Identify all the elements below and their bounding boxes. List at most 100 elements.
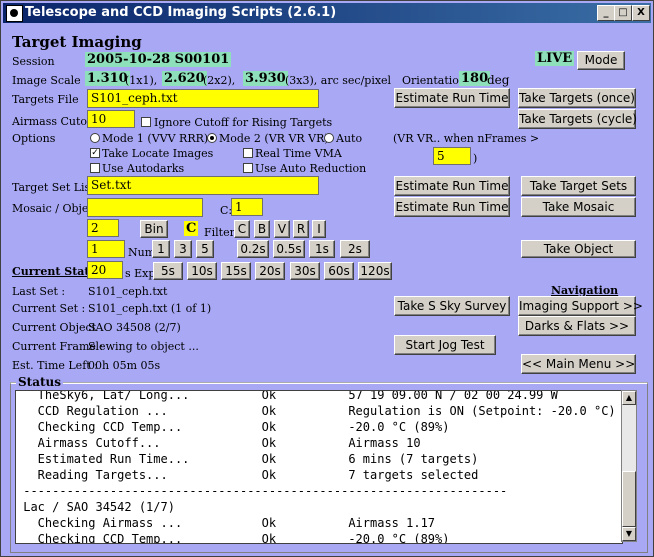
take-targets-cycle-button[interactable]: Take Targets (cycle)	[518, 109, 637, 129]
close-button[interactable]: X	[632, 5, 650, 21]
bin-button[interactable]: Bin	[140, 220, 168, 238]
minimize-button[interactable]: _	[597, 5, 615, 21]
est-time-left-value: 00h 05m 05s	[88, 359, 161, 372]
use-auto-reduction-checkbox[interactable]	[243, 163, 253, 173]
log-line: ----------------------------------------…	[16, 484, 508, 498]
use-autodarks-checkbox[interactable]	[90, 163, 100, 173]
page-title: Target Imaging	[12, 33, 142, 51]
live-indicator: LIVE	[535, 51, 575, 66]
ignore-cutoff-label: Ignore Cutoff for Rising Targets	[154, 116, 333, 129]
exp-0.5s-button[interactable]: 0.5s	[273, 240, 305, 258]
session-label: Session	[12, 55, 55, 68]
bin-input[interactable]: 2	[87, 219, 119, 237]
mode-button[interactable]: Mode	[577, 51, 625, 70]
scroll-down-icon[interactable]: ▼	[622, 527, 636, 541]
main-window: Telescope and CCD Imaging Scripts (2.6.1…	[0, 0, 654, 557]
mode1-label: Mode 1 (VVV RRR)	[102, 132, 209, 145]
mosaic-c-input[interactable]: 1	[231, 198, 263, 216]
nframes-paren: )	[473, 152, 478, 165]
exp-5s-button[interactable]: 5s	[153, 262, 183, 280]
exp-0.2s-button[interactable]: 0.2s	[237, 240, 269, 258]
log-line: Estimated Run Time... Ok 6 mins (7 targe…	[16, 452, 479, 466]
log-line: Airmass Cutoff... Ok Airmass 10	[16, 436, 421, 450]
app-icon	[6, 5, 23, 22]
filter-b-button[interactable]: B	[254, 220, 270, 238]
filter-v-button[interactable]: V	[274, 220, 290, 238]
filter-r-button[interactable]: R	[293, 220, 309, 238]
mode1-radio[interactable]	[90, 133, 100, 143]
exp-30s-button[interactable]: 30s	[290, 262, 320, 280]
take-s-sky-survey-button[interactable]: Take S Sky Survey	[394, 296, 510, 316]
log-line: TheSky6, Lat/ Long... Ok 57 19 09.00 N /…	[16, 390, 558, 402]
exp-60s-button[interactable]: 60s	[324, 262, 354, 280]
vr-note: (VR VR.. when nFrames >	[393, 132, 540, 145]
take-object-button[interactable]: Take Object	[521, 240, 636, 258]
log-line: Lac / SAO 34542 (1/7)	[16, 500, 175, 514]
title-bar[interactable]: Telescope and CCD Imaging Scripts (2.6.1…	[3, 3, 651, 23]
scroll-up-icon[interactable]: ▲	[622, 391, 636, 405]
status-title: Status	[16, 375, 64, 389]
image-scale-3x3: 3.930	[243, 71, 288, 86]
exp-20s-button[interactable]: 20s	[255, 262, 285, 280]
exp-120s-button[interactable]: 120s	[358, 262, 392, 280]
darks-flats-button[interactable]: Darks & Flats >>	[518, 316, 636, 336]
maximize-button[interactable]: □	[614, 5, 632, 21]
mosaic-object-input[interactable]	[87, 198, 203, 217]
log-line: Reading Targets... Ok 7 targets selected	[16, 468, 479, 482]
realtime-vma-label: Real Time VMA	[255, 147, 342, 160]
exp-2s-button[interactable]: 2s	[340, 240, 370, 258]
exp-10s-button[interactable]: 10s	[187, 262, 217, 280]
exp-label: s Exp	[125, 267, 156, 280]
filter-i-button[interactable]: I	[312, 220, 326, 238]
mode2-radio[interactable]	[207, 133, 217, 143]
targets-file-input[interactable]: S101_ceph.txt	[87, 89, 319, 108]
last-set-label: Last Set :	[12, 285, 66, 298]
start-jog-test-button[interactable]: Start Jog Test	[394, 335, 496, 355]
take-locate-checkbox[interactable]: ✓	[90, 148, 100, 158]
status-log[interactable]: TheSky6, Lat/ Long... Ok 57 19 09.00 N /…	[15, 390, 623, 544]
realtime-vma-checkbox[interactable]	[243, 148, 253, 158]
ignore-cutoff-checkbox[interactable]	[141, 117, 151, 127]
use-autodarks-label: Use Autodarks	[102, 162, 185, 175]
options-label: Options	[12, 132, 56, 145]
nframes-input[interactable]: 5	[433, 147, 471, 165]
target-set-list-label: Target Set List	[12, 181, 95, 194]
est-time-left-label: Est. Time Left :	[12, 359, 98, 372]
num-3-button[interactable]: 3	[174, 240, 192, 258]
mosaic-object-label: Mosaic / Object	[12, 202, 100, 215]
image-scale-3x3-unit: (3x3), arc sec/pixel	[285, 74, 392, 87]
current-set-label: Current Set :	[12, 302, 86, 315]
num-input[interactable]: 1	[87, 240, 125, 258]
use-auto-reduction-label: Use Auto Reduction	[255, 162, 367, 175]
filter-c-button[interactable]: C	[234, 220, 250, 238]
take-targets-once-button[interactable]: Take Targets (once)	[518, 88, 636, 108]
exp-15s-button[interactable]: 15s	[221, 262, 251, 280]
main-menu-button[interactable]: << Main Menu >>	[521, 354, 636, 374]
image-scale-1x1-unit: (1x1),	[125, 74, 158, 87]
targets-file-label: Targets File	[12, 93, 79, 106]
exp-1s-button[interactable]: 1s	[309, 240, 335, 258]
auto-label: Auto	[336, 132, 363, 145]
target-set-list-input[interactable]: Set.txt	[87, 176, 319, 195]
exp-input[interactable]: 20	[87, 261, 123, 279]
orientation-unit: deg	[487, 73, 510, 87]
auto-radio[interactable]	[324, 133, 334, 143]
filter-current: C	[184, 221, 199, 236]
image-scale-2x2: 2.620	[162, 71, 207, 86]
estimate-run-time-button-1[interactable]: Estimate Run Time	[394, 88, 510, 108]
estimate-run-time-button-2[interactable]: Estimate Run Time	[394, 176, 510, 196]
num-5-button[interactable]: 5	[196, 240, 214, 258]
take-mosaic-button[interactable]: Take Mosaic	[521, 197, 636, 217]
scroll-thumb[interactable]	[622, 471, 636, 527]
current-frame-value: Slewing to object ...	[88, 340, 199, 353]
current-object-value: SAO 34508 (2/7)	[88, 321, 181, 334]
take-target-sets-button[interactable]: Take Target Sets	[521, 176, 636, 196]
airmass-cutoff-input[interactable]: 10	[87, 110, 135, 128]
estimate-run-time-button-3[interactable]: Estimate Run Time	[394, 197, 510, 217]
log-line: Checking CCD Temp... Ok -20.0 °C (89%)	[16, 420, 450, 434]
num-1-button[interactable]: 1	[152, 240, 170, 258]
last-set-value: S101_ceph.txt	[88, 285, 168, 298]
current-set-value: S101_ceph.txt (1 of 1)	[88, 302, 212, 315]
imaging-support-button[interactable]: Imaging Support >>	[518, 296, 643, 316]
status-scrollbar[interactable]: ▲ ▼	[621, 390, 637, 542]
